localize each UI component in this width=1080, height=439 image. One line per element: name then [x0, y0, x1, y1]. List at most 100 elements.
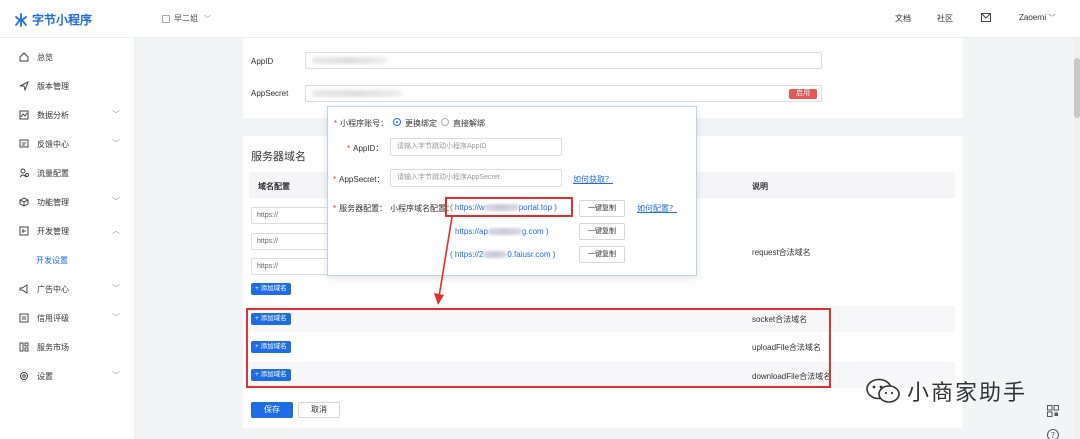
popup-appid-label: * AppID： [347, 144, 384, 153]
how-to-get-link[interactable]: 如何获取？ [573, 174, 613, 185]
sidebar-item-label: 数据分析 [37, 111, 69, 120]
project-icon [162, 14, 170, 23]
copy-button-2[interactable]: 一键复制 [579, 223, 625, 240]
radio-unbind[interactable] [441, 118, 449, 126]
sidebar-item-overview[interactable]: 总览 [0, 47, 135, 67]
account-label: * 小程序账号： [334, 119, 389, 128]
sidebar-item-credit[interactable]: 信用评级 ﹀ [0, 308, 135, 328]
project-name: 早二姐 [174, 14, 198, 23]
column-header-config: 域名配置 [258, 182, 290, 191]
sidebar-item-label: 信用评级 [37, 314, 69, 323]
appid-label: AppID [251, 57, 274, 66]
radio-change-label: 更换绑定 [405, 119, 437, 128]
chevron-up-icon: ︿ [112, 226, 120, 235]
popup-appsecret-input[interactable]: 请输入字节跳动小程序AppSecret [390, 169, 562, 187]
sidebar-item-label: 开发设置 [36, 256, 68, 265]
masked-text [483, 251, 508, 259]
sidebar-item-label: 反馈中心 [37, 140, 69, 149]
add-domain-button-request[interactable]: + 添加域名 [251, 283, 291, 295]
highlight-box-domains [246, 308, 831, 388]
domain-url-3[interactable]: ( https://2 0.faiusr.com ) [450, 250, 555, 259]
how-to-config-link[interactable]: 如何配置？ [637, 203, 677, 214]
chevron-down-icon: ﹀ [112, 284, 120, 293]
user-menu[interactable]: Zaoerni ﹀ [1019, 13, 1055, 23]
watermark: 小商家助手 [865, 375, 1027, 407]
top-bar: 字节小程序 早二姐 ﹀ 文档 社区 Zaoerni ﹀ [0, 0, 1080, 38]
community-link[interactable]: 社区 [937, 13, 953, 24]
radio-unbind-label: 直接解绑 [453, 119, 485, 128]
protocol-input[interactable]: https:// [251, 233, 331, 250]
svg-text:?: ? [1051, 431, 1055, 439]
highlight-box-url [445, 197, 573, 217]
sidebar-item-label: 设置 [37, 372, 53, 381]
copy-button-3[interactable]: 一键复制 [579, 246, 625, 263]
bind-popup: * 小程序账号： 更换绑定 直接解绑 * AppID： 请输入字节跳动小程序AppI… [327, 106, 697, 276]
sidebar-item-label: 功能管理 [37, 198, 69, 207]
cancel-button[interactable]: 取消 [298, 402, 340, 418]
sidebar-item-label: 流量配置 [37, 169, 69, 178]
users-icon [19, 168, 29, 178]
sidebar-item-ads[interactable]: 广告中心 ﹀ [0, 279, 135, 299]
radio-change-binding[interactable] [393, 118, 401, 126]
sidebar-item-label: 版本管理 [37, 82, 69, 91]
mail-icon[interactable] [981, 13, 991, 22]
sidebar-item-feedback[interactable]: 反馈中心 ﹀ [0, 134, 135, 154]
sidebar-item-dev-manage[interactable]: 开发管理 ︿ [0, 221, 135, 241]
desc-request: request合法域名 [752, 248, 811, 257]
cube-icon [19, 197, 29, 207]
scrollbar-thumb[interactable] [1074, 58, 1080, 118]
sidebar-item-label: 广告中心 [37, 285, 69, 294]
column-header-desc: 说明 [752, 182, 768, 191]
section-title: 服务器域名 [251, 151, 306, 163]
appsecret-label: AppSecret [251, 89, 289, 98]
wechat-icon [866, 378, 900, 403]
sidebar-item-analytics[interactable]: 数据分析 ﹀ [0, 105, 135, 125]
popup-appsecret-label: * AppSecret： [333, 175, 385, 184]
docs-link[interactable]: 文档 [895, 13, 911, 24]
masked-text [487, 228, 522, 236]
home-icon [19, 52, 29, 62]
grid-icon [19, 342, 29, 352]
message-icon [19, 139, 29, 148]
sidebar-item-label: 总览 [37, 53, 53, 62]
chevron-down-icon: ﹀ [1048, 15, 1056, 22]
sidebar-item-version[interactable]: 版本管理 [0, 76, 135, 96]
sidebar-item-traffic[interactable]: 流量配置 [0, 163, 135, 183]
chevron-down-icon: ﹀ [204, 15, 211, 23]
logo-text: 字节小程序 [32, 13, 93, 27]
popup-appid-input[interactable]: 请输入字节跳动小程序AppID [390, 138, 562, 156]
chevron-down-icon: ﹀ [112, 197, 120, 206]
chart-icon [19, 110, 29, 120]
chevron-down-icon: ﹀ [112, 313, 120, 322]
domain-url-2[interactable]: https://ap g.com ) [455, 227, 549, 236]
sidebar: 总览 版本管理 数据分析 ﹀ 反馈中心 ﹀ 流量配置 功能管理 ﹀ 开发管理 ︿… [0, 38, 135, 439]
watermark-text: 小商家助手 [907, 381, 1028, 406]
code-icon [19, 226, 29, 236]
sidebar-item-settings[interactable]: 设置 ﹀ [0, 366, 135, 386]
protocol-input[interactable]: https:// [251, 258, 331, 275]
copy-button-1[interactable]: 一键复制 [579, 200, 625, 217]
gear-icon [20, 372, 28, 380]
sidebar-item-dev-settings[interactable]: 开发设置 [0, 250, 135, 270]
appid-masked-value [312, 57, 387, 64]
project-selector[interactable]: 早二姐 ﹀ [162, 13, 211, 24]
chevron-down-icon: ﹀ [112, 139, 120, 148]
help-icon[interactable]: ? [1046, 428, 1060, 439]
protocol-input[interactable]: https:// [251, 207, 331, 224]
user-name: Zaoerni [1019, 13, 1047, 22]
sidebar-item-market[interactable]: 服务市场 [0, 337, 135, 357]
chevron-down-icon: ﹀ [112, 371, 120, 380]
megaphone-icon [19, 284, 28, 294]
chevron-down-icon: ﹀ [112, 110, 120, 119]
qrcode-icon[interactable] [1046, 404, 1060, 418]
server-config-label: * 服务器配置： [333, 204, 388, 213]
save-button[interactable]: 保存 [251, 402, 293, 418]
logo-icon [15, 12, 27, 27]
app-logo[interactable]: 字节小程序 [14, 11, 92, 28]
sidebar-item-label: 开发管理 [37, 227, 69, 236]
document-icon [19, 313, 29, 323]
appsecret-masked-value [312, 90, 402, 97]
annotation-arrow [434, 216, 453, 305]
enable-button[interactable]: 启用 [789, 89, 817, 99]
sidebar-item-features[interactable]: 功能管理 ﹀ [0, 192, 135, 212]
